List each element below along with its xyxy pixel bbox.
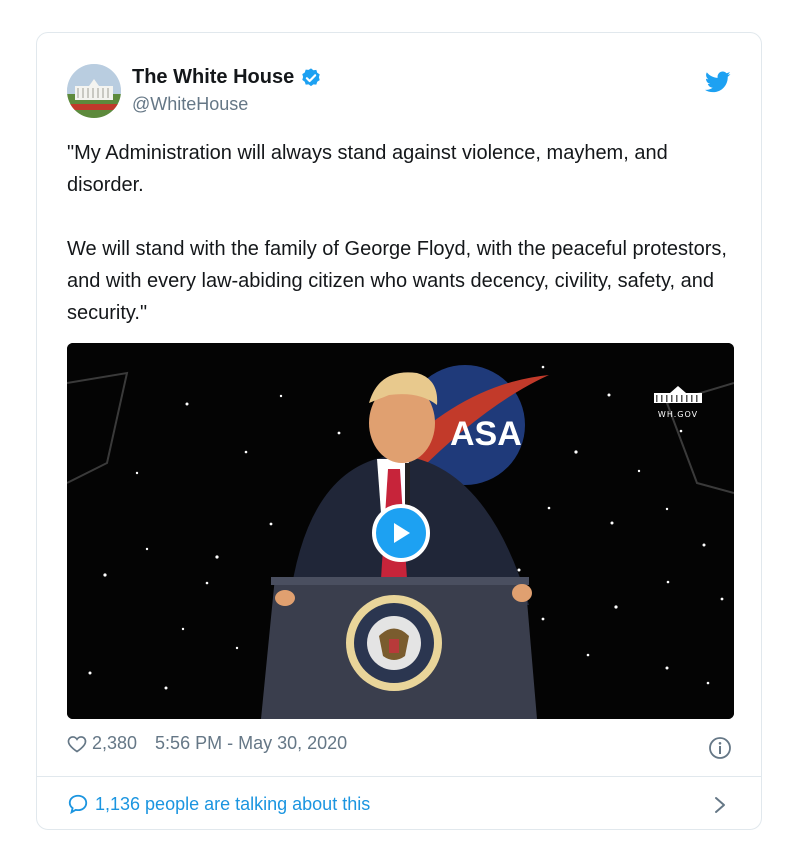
play-button[interactable] (372, 504, 430, 562)
wh-gov-watermark: WH.GOV (652, 383, 704, 419)
white-house-logo-icon (654, 386, 702, 403)
video-player[interactable]: ASA WH.GOV (67, 343, 734, 719)
like-count[interactable]: 2,380 (92, 733, 137, 754)
wh-gov-text: WH.GOV (657, 410, 699, 419)
info-icon[interactable] (708, 736, 732, 760)
presidential-seal (346, 595, 442, 691)
comment-bubble-icon (68, 794, 88, 815)
verified-badge-icon (302, 67, 320, 86)
author-name-row[interactable]: The White House (132, 66, 322, 89)
tweet-timestamp[interactable]: 5:56 PM - May 30, 2020 (155, 733, 347, 754)
play-icon (394, 523, 410, 543)
heart-icon[interactable] (67, 734, 87, 754)
tweet-meta: 2,380 5:56 PM - May 30, 2020 (67, 733, 347, 754)
author-handle[interactable]: @WhiteHouse (132, 94, 248, 115)
talking-link[interactable]: 1,136 people are talking about this (67, 793, 370, 815)
tweet-card[interactable]: The White House @WhiteHouse "My Administ… (36, 32, 762, 830)
backdrop-text: ASA (450, 415, 522, 453)
tweet-text: "My Administration will always stand aga… (67, 142, 727, 324)
divider (37, 776, 761, 777)
chevron-right-icon[interactable] (713, 795, 727, 815)
twitter-bird-icon[interactable] (705, 69, 731, 95)
talking-label[interactable]: 1,136 people are talking about this (95, 794, 370, 815)
avatar[interactable] (67, 64, 121, 118)
author-name[interactable]: The White House (132, 66, 294, 89)
